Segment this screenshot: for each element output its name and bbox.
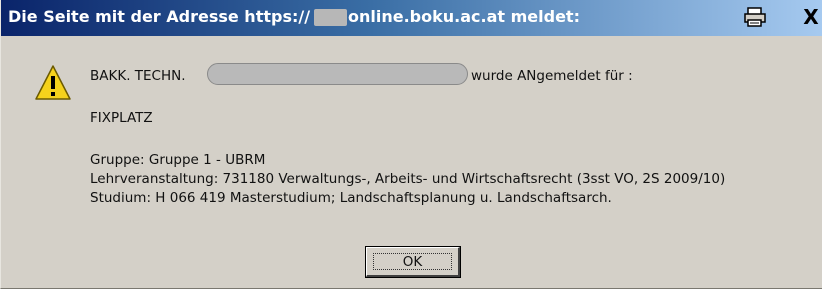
redacted-title-segment	[314, 9, 347, 26]
detail-group: Gruppe: Gruppe 1 - UBRM	[90, 152, 266, 168]
redacted-name	[207, 63, 468, 85]
message-title-suffix: wurde ANgemeldet für :	[471, 68, 633, 84]
detail-course: Lehrveranstaltung: 731180 Verwaltungs-, …	[90, 171, 726, 187]
warning-icon	[35, 65, 71, 100]
registration-type: FIXPLATZ	[90, 110, 153, 126]
ok-button-label: OK	[402, 253, 423, 270]
alert-dialog: Die Seite mit der Adresse https:// onlin…	[0, 0, 822, 289]
close-button[interactable]: X	[796, 5, 822, 29]
message-title-prefix: BAKK. TECHN.	[90, 68, 186, 84]
message-details: Gruppe: Gruppe 1 - UBRM Lehrveranstaltun…	[90, 151, 725, 208]
detail-study: Studium: H 066 419 Masterstudium; Landsc…	[90, 190, 612, 206]
close-icon: X	[803, 5, 819, 29]
title-text-prefix: Die Seite mit der Adresse https://	[8, 7, 311, 26]
title-bar[interactable]: Die Seite mit der Adresse https:// onlin…	[1, 0, 822, 36]
print-button[interactable]	[742, 6, 768, 28]
ok-button[interactable]: OK	[365, 246, 461, 278]
title-text-suffix: online.boku.ac.at meldet:	[348, 7, 580, 26]
print-icon	[744, 7, 766, 27]
